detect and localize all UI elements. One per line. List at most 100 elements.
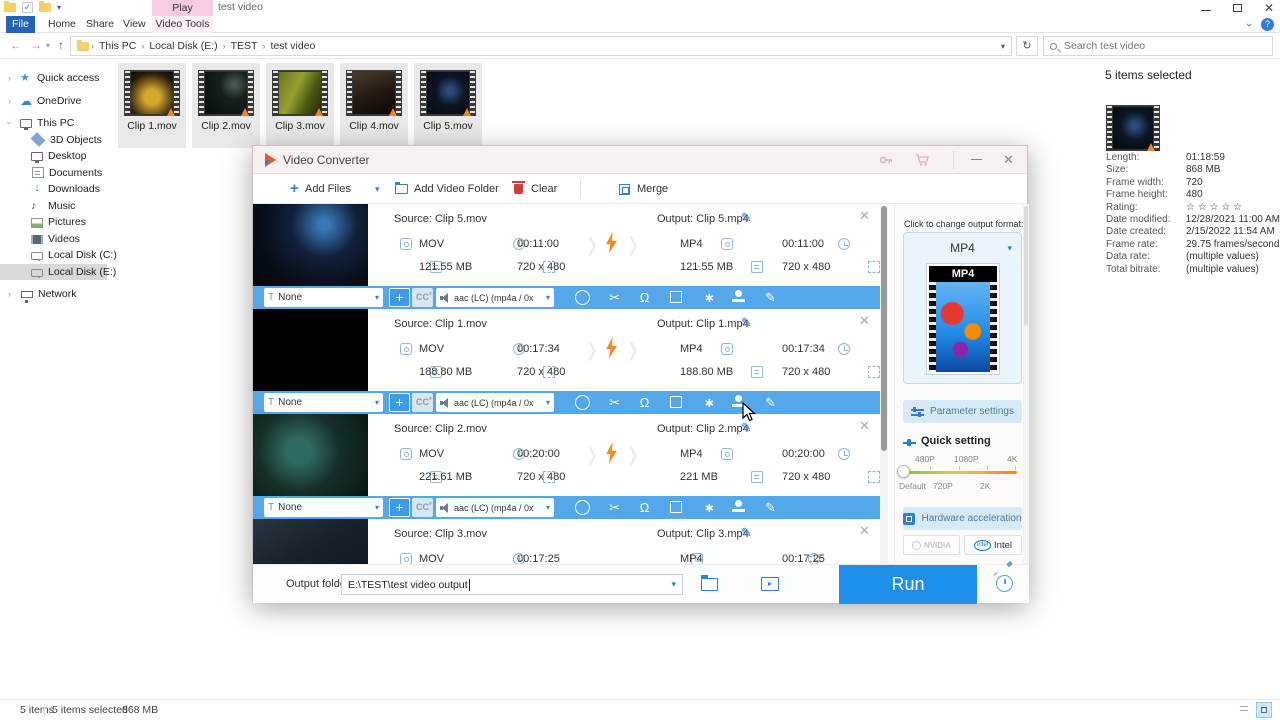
sidebar-item-3d-objects[interactable]: 3D Objects	[0, 132, 107, 149]
remove-task-icon[interactable]: ✕	[859, 208, 870, 224]
audio-track-dropdown[interactable]: aac (LC) (mp4a / 0x ▾	[436, 393, 554, 412]
rename-pencil-icon[interactable]: ✎	[741, 315, 752, 331]
sidebar-item-quick-access[interactable]: › ★ Quick access	[0, 70, 107, 87]
closed-captions-button[interactable]: CC	[412, 286, 433, 307]
task-row-clip2[interactable]: Source: Clip 2.mov MOV 00:20:00 221.61 M…	[253, 414, 880, 519]
sidebar-item-local-disk-c[interactable]: Local Disk (C:)	[0, 247, 117, 264]
rotate-icon[interactable]: Ω	[637, 395, 652, 410]
add-subtitle-button[interactable]: +	[389, 498, 410, 517]
expand-chevron-icon[interactable]: ›	[8, 96, 11, 106]
converter-minimize-button[interactable]	[971, 159, 982, 160]
add-folder-icon[interactable]	[395, 182, 408, 195]
minimize-button[interactable]	[1200, 10, 1211, 11]
collapse-chevron-icon[interactable]: ›	[5, 122, 15, 125]
edit-pen-icon[interactable]: ✎	[763, 290, 778, 305]
list-scrollbar[interactable]	[880, 204, 888, 564]
file-tile-clip4[interactable]: Clip 4.mov	[340, 63, 408, 148]
cut-icon[interactable]: ✂	[607, 290, 622, 305]
task-row-clip1[interactable]: Source: Clip 1.mov MOV 00:17:34 188.80 M…	[253, 309, 880, 414]
crumb-test[interactable]: TEST	[228, 40, 261, 52]
properties-check-icon[interactable]: ✓	[22, 2, 33, 13]
breadcrumb[interactable]: › This PC › Local Disk (E:) › TEST › tes…	[70, 36, 1012, 56]
register-key-icon[interactable]	[879, 153, 893, 167]
file-tile-clip1[interactable]: Clip 1.mov	[118, 63, 186, 148]
maximize-button[interactable]	[1232, 3, 1242, 12]
details-view-icon[interactable]	[1236, 702, 1252, 718]
add-files-plus-icon[interactable]: +	[290, 174, 299, 204]
rename-pencil-icon[interactable]: ✎	[741, 420, 752, 436]
property-row-rating[interactable]: Rating: ☆ ☆ ☆ ☆ ☆	[1106, 202, 1280, 214]
task-row-clip3[interactable]: Source: Clip 3.mov MOV 00:17:25 Output: …	[253, 519, 880, 564]
sidebar-item-downloads[interactable]: ↓ Downloads	[0, 181, 107, 198]
rotate-icon[interactable]: Ω	[637, 290, 652, 305]
open-output-folder-icon[interactable]: ▸	[761, 577, 779, 591]
thumbnail-view-icon[interactable]	[1256, 702, 1272, 718]
quality-slider-thumb[interactable]	[897, 465, 910, 478]
merge-icon[interactable]	[619, 183, 630, 195]
sidebar-item-onedrive[interactable]: › ☁ OneDrive	[0, 93, 107, 110]
file-tile-clip5[interactable]: Clip 5.mov	[414, 63, 482, 148]
edit-pen-icon[interactable]: ✎	[763, 395, 778, 410]
address-dropdown-caret-icon[interactable]: ▾	[1001, 42, 1005, 51]
remove-task-icon[interactable]: ✕	[859, 523, 870, 539]
watermark-stamp-icon[interactable]	[731, 290, 746, 305]
quality-slider-track[interactable]	[902, 471, 1017, 474]
expand-chevron-icon[interactable]: ›	[8, 73, 11, 83]
chevron-down-icon[interactable]: ▾	[671, 579, 676, 590]
merge-button[interactable]: Merge	[637, 174, 668, 204]
task-row-clip5[interactable]: Source: Clip 5.mov MOV 00:11:00 121.55 M…	[253, 204, 880, 309]
watermark-stamp-icon[interactable]	[731, 500, 746, 515]
parameter-settings-button[interactable]: Parameter settings	[903, 400, 1022, 423]
panel-scrollbar-thumb[interactable]	[1024, 206, 1028, 326]
sidebar-item-this-pc[interactable]: › This PC	[0, 115, 107, 132]
sidebar-item-local-disk-e[interactable]: Local Disk (E:)	[0, 263, 116, 280]
effects-icon[interactable]: ∗	[702, 395, 717, 410]
list-scrollbar-thumb[interactable]	[881, 206, 887, 451]
tab-file[interactable]: File	[6, 16, 35, 33]
cut-icon[interactable]: ✂	[607, 500, 622, 515]
sidebar-item-network[interactable]: › Network	[0, 286, 107, 304]
tab-view[interactable]: View	[117, 16, 152, 33]
panel-scrollbar[interactable]	[1023, 204, 1029, 564]
help-icon[interactable]: ?	[1261, 18, 1274, 31]
crumb-local-disk-e[interactable]: Local Disk (E:)	[146, 40, 220, 52]
subtitle-dropdown[interactable]: T None ▾	[264, 393, 383, 412]
back-icon[interactable]: ←	[10, 38, 22, 52]
hardware-acceleration-button[interactable]: Hardware acceleration	[903, 507, 1022, 530]
nvidia-option[interactable]: NVIDIA	[903, 535, 960, 555]
effects-icon[interactable]: ∗	[702, 500, 717, 515]
refresh-icon[interactable]: ↻	[1016, 36, 1038, 56]
tab-video-tools[interactable]: Video Tools	[152, 16, 213, 33]
qat-customize-caret-icon[interactable]: ▾	[57, 3, 61, 12]
new-folder-icon[interactable]	[39, 1, 51, 12]
search-box[interactable]	[1043, 36, 1273, 56]
info-icon[interactable]	[575, 290, 590, 305]
add-files-caret-icon[interactable]: ▾	[375, 174, 380, 204]
remove-task-icon[interactable]: ✕	[859, 313, 870, 329]
info-icon[interactable]	[575, 395, 590, 410]
tab-share[interactable]: Share	[80, 16, 120, 33]
rotate-icon[interactable]: Ω	[637, 500, 652, 515]
browse-folder-icon[interactable]	[701, 575, 718, 591]
add-video-folder-button[interactable]: Add Video Folder	[414, 174, 499, 204]
add-subtitle-button[interactable]: +	[389, 288, 410, 307]
remove-task-icon[interactable]: ✕	[859, 418, 870, 434]
tab-home[interactable]: Home	[42, 16, 82, 33]
closed-captions-button[interactable]: CC	[412, 391, 433, 412]
audio-track-dropdown[interactable]: aac (LC) (mp4a / 0x ▾	[436, 498, 554, 517]
output-folder-input[interactable]: E:\TEST\test video output ▾	[341, 574, 683, 595]
closed-captions-button[interactable]: CC	[412, 496, 433, 517]
sidebar-item-videos[interactable]: Videos	[0, 231, 107, 248]
ribbon-collapse-icon[interactable]: ›	[1243, 23, 1255, 27]
rename-pencil-icon[interactable]: ✎	[741, 210, 752, 226]
effects-icon[interactable]: ∗	[702, 290, 717, 305]
audio-track-dropdown[interactable]: aac (LC) (mp4a / 0x ▾	[436, 288, 554, 307]
crop-icon[interactable]	[670, 291, 682, 303]
folder-icon[interactable]	[4, 1, 16, 12]
sidebar-item-documents[interactable]: Documents	[0, 165, 107, 182]
info-icon[interactable]	[575, 500, 590, 515]
intel-option[interactable]: intel Intel	[964, 535, 1022, 555]
add-subtitle-button[interactable]: +	[389, 393, 410, 412]
search-input[interactable]	[1062, 39, 1242, 53]
trash-icon[interactable]	[512, 181, 525, 195]
